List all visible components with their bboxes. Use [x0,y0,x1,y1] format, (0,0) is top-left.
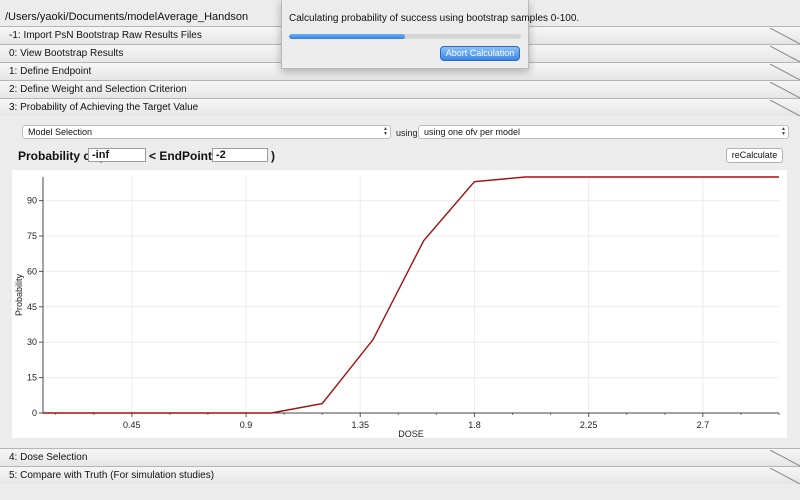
recalculate-button[interactable]: reCalculate [726,148,783,163]
chart-svg: 0 15 30 45 60 75 90 0.45 0.9 1.35 1.8 2.25 2.7 DOSE Pr… [14,176,780,438]
expand-triangle-icon [770,450,800,466]
collapse-triangle-icon [770,100,800,116]
upper-bound-field[interactable]: -2 [212,148,268,162]
progress-bar [289,34,521,39]
x-tick-label: 2.7 [697,420,710,430]
method-select-value: Model Selection [28,127,93,137]
x-tick-label: 2.25 [580,420,598,430]
section-dose-selection[interactable]: 4: Dose Selection [0,448,800,466]
section-label: 4: Dose Selection [9,452,88,463]
y-tick-label: 15 [27,373,37,383]
method-select[interactable]: Model Selection ▲ ▼ [22,125,391,139]
section-define-weight[interactable]: 2: Define Weight and Selection Criterion [0,80,800,98]
y-tick-label: 60 [27,266,37,276]
x-tick-label: 1.8 [468,420,481,430]
section-label: -1: Import PsN Bootstrap Raw Results Fil… [9,30,202,41]
section-label: 3: Probability of Achieving the Target V… [9,102,199,113]
progress-dialog: Calculating probability of success using… [281,0,579,69]
section-label: 0: View Bootstrap Results [9,48,124,59]
select-arrows-icon: ▲ ▼ [781,126,786,137]
ofv-select[interactable]: using one ofv per model ▲ ▼ [418,125,789,139]
select-arrows-icon: ▲ ▼ [383,126,388,137]
using-label: using [396,128,418,138]
abort-calculation-button[interactable]: Abort Calculation [440,46,520,61]
expand-triangle-icon [770,82,800,98]
section-label: 5: Compare with Truth (For simulation st… [9,470,215,481]
progress-fill [289,34,405,39]
y-tick-label: 0 [32,408,37,418]
close-paren: ) [271,149,275,163]
lower-bound-field[interactable]: -inf [88,148,146,162]
expand-triangle-icon [770,46,800,62]
expand-triangle-icon [770,468,800,484]
y-tick-label: 75 [27,231,37,241]
section-label: 2: Define Weight and Selection Criterion [9,84,187,95]
y-tick-label: 90 [27,196,37,206]
progress-message: Calculating probability of success using… [289,13,580,24]
y-axis-label: Probability [14,273,24,316]
section-compare-truth[interactable]: 5: Compare with Truth (For simulation st… [0,466,800,484]
x-axis-label: DOSE [398,429,424,438]
x-tick-label: 0.45 [123,420,141,430]
expand-triangle-icon [770,64,800,80]
x-tick-label: 0.9 [240,420,253,430]
y-tick-label: 45 [27,302,37,312]
expand-triangle-icon [770,28,800,44]
ofv-select-value: using one ofv per model [424,127,521,137]
probability-chart: 0 15 30 45 60 75 90 0.45 0.9 1.35 1.8 2.25 2.7 DOSE Pr… [12,170,787,438]
section-probability[interactable]: 3: Probability of Achieving the Target V… [0,98,800,116]
section-label: 1: Define Endpoint [9,66,92,77]
y-tick-label: 30 [27,337,37,347]
x-tick-label: 1.35 [351,420,369,430]
